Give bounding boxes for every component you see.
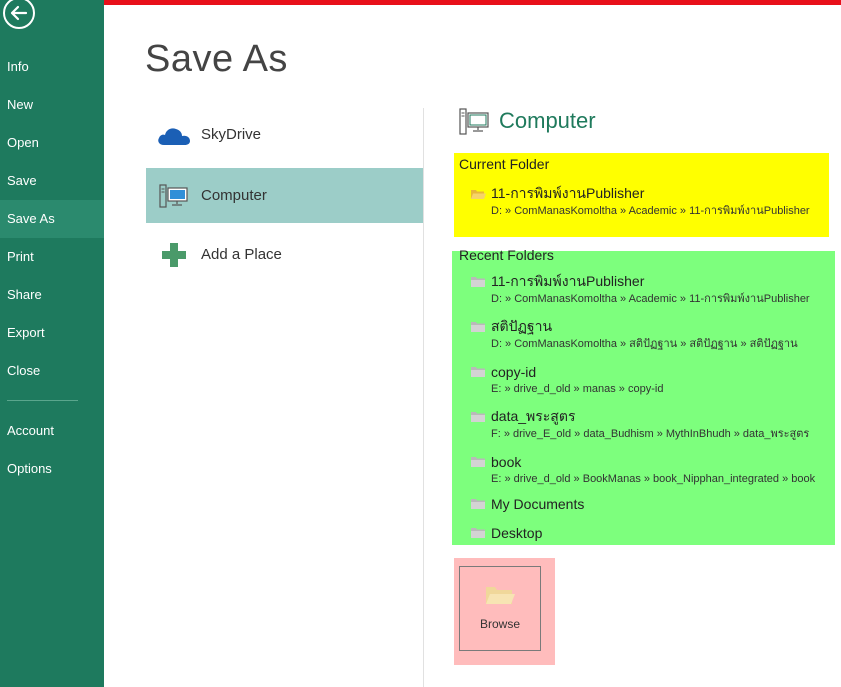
place-add-a-place[interactable]: Add a Place [146, 227, 423, 282]
recent-folder-item[interactable]: Desktop [470, 523, 840, 543]
recent-folder-item[interactable]: สติปัฏฐาน D: » ComManasKomoltha » สติปัฏ… [470, 317, 840, 351]
nav-item-close[interactable]: Close [0, 352, 104, 390]
folder-path: E: » drive_d_old » manas » copy-id [491, 383, 664, 395]
folder-name: Desktop [491, 525, 543, 541]
location-header: Computer [459, 106, 596, 136]
folder-name: copy-id [491, 364, 537, 380]
folder-name: 11-การพิมพ์งานPublisher [491, 185, 645, 201]
folder-path: D: » ComManasKomoltha » สติปัฏฐาน » สติป… [491, 338, 798, 350]
folder-name: สติปัฏฐาน [491, 318, 553, 334]
nav-item-account[interactable]: Account [0, 412, 104, 450]
recent-folder-item[interactable]: copy-id E: » drive_d_old » manas » copy-… [470, 362, 840, 396]
folder-icon [471, 499, 485, 509]
nav-item-save-as[interactable]: Save As [0, 200, 104, 238]
recent-folder-item[interactable]: My Documents [470, 494, 840, 514]
back-arrow-icon [10, 5, 28, 21]
place-label: SkyDrive [201, 126, 262, 143]
top-accent-bar [104, 0, 841, 5]
nav-item-open[interactable]: Open [0, 124, 104, 162]
folder-icon [471, 277, 485, 287]
column-divider [423, 108, 424, 687]
folder-open-icon [471, 190, 486, 199]
current-folder-label: Current Folder [459, 156, 550, 172]
nav-item-share[interactable]: Share [0, 276, 104, 314]
place-skydrive[interactable]: SkyDrive [146, 107, 423, 162]
place-label: Add a Place [201, 246, 282, 263]
nav-divider [7, 400, 78, 401]
folder-icon [471, 367, 485, 377]
folder-path: F: » drive_E_old » data_Budhism » MythIn… [491, 428, 810, 440]
computer-icon [158, 183, 188, 208]
backstage-nav: Info New Open Save Save As Print Share E… [0, 0, 104, 687]
folder-path: D: » ComManasKomoltha » Academic » 11-กา… [491, 205, 810, 217]
nav-item-options[interactable]: Options [0, 450, 104, 488]
folder-open-icon [486, 587, 515, 604]
browse-label: Browse [479, 617, 520, 631]
computer-icon [459, 108, 489, 135]
place-computer[interactable]: Computer [146, 168, 423, 223]
nav-item-export[interactable]: Export [0, 314, 104, 352]
nav-item-new[interactable]: New [0, 86, 104, 124]
page-title: Save As [145, 38, 288, 80]
folder-path: E: » drive_d_old » BookManas » book_Nipp… [491, 473, 816, 485]
folder-path: D: » ComManasKomoltha » Academic » 11-กา… [491, 293, 810, 305]
recent-folders-label: Recent Folders [459, 247, 554, 263]
plus-icon [161, 242, 186, 267]
folder-icon [471, 457, 485, 467]
nav-item-info[interactable]: Info [0, 48, 104, 86]
nav-item-print[interactable]: Print [0, 238, 104, 276]
place-label: Computer [201, 187, 267, 204]
folder-icon [471, 412, 485, 422]
folder-name: My Documents [491, 496, 585, 512]
recent-folder-item[interactable]: data_พระสูตร F: » drive_E_old » data_Bud… [470, 407, 840, 441]
folder-name: 11-การพิมพ์งานPublisher [491, 273, 645, 289]
location-title: Computer [499, 108, 596, 133]
folder-icon [471, 322, 485, 332]
back-button[interactable] [3, 0, 35, 29]
nav-item-save[interactable]: Save [0, 162, 104, 200]
recent-folder-item[interactable]: book E: » drive_d_old » BookManas » book… [470, 452, 840, 486]
cloud-icon [157, 127, 190, 145]
browse-button[interactable]: Browse [459, 566, 541, 651]
current-folder-item[interactable]: 11-การพิมพ์งานPublisher D: » ComManasKom… [470, 184, 840, 218]
folder-name: book [491, 454, 522, 470]
recent-folder-item[interactable]: 11-การพิมพ์งานPublisher D: » ComManasKom… [470, 272, 840, 306]
folder-icon [471, 528, 485, 538]
folder-name: data_พระสูตร [491, 408, 576, 424]
